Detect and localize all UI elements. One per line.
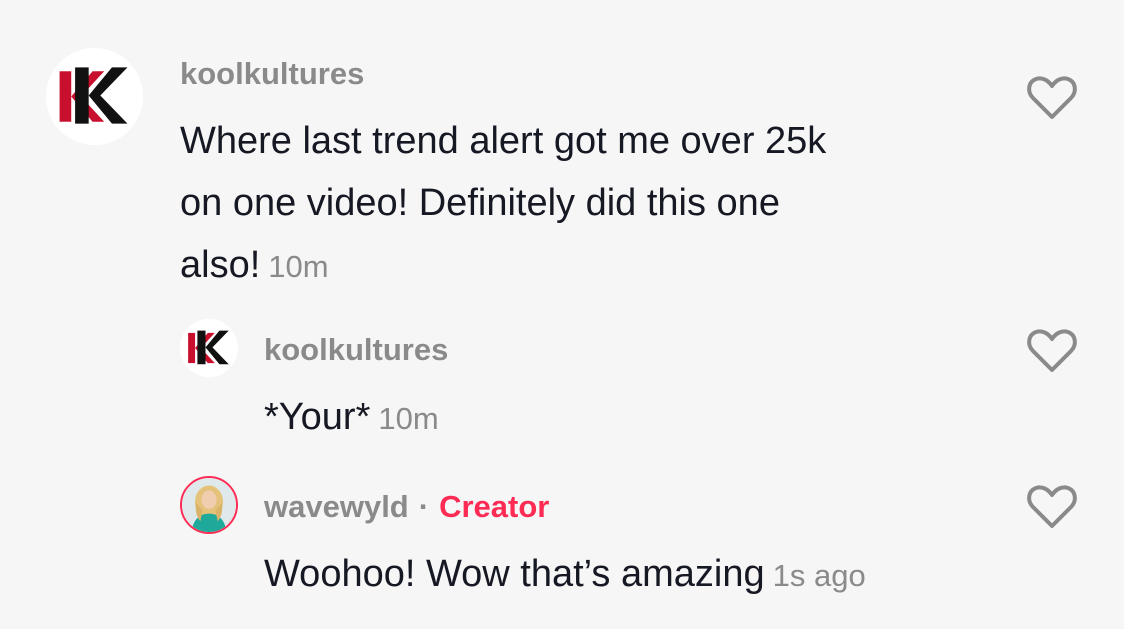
- creator-badge: Creator: [439, 489, 550, 524]
- comment-text-line: also! 10m: [180, 234, 826, 298]
- comment-text-line: on one video! Definitely did this one: [180, 182, 780, 224]
- comment-text-content: Woohoo! Wow that’s amazing: [264, 553, 765, 595]
- comment-username[interactable]: koolkultures: [180, 56, 364, 92]
- comment-username-row: wavewyld · Creator: [264, 489, 549, 525]
- comment-username[interactable]: koolkultures: [264, 332, 448, 368]
- comment-timestamp: 10m: [378, 401, 439, 436]
- comment-username[interactable]: wavewyld: [264, 489, 409, 524]
- comment-text: Where last trend alert got me over 25k o…: [180, 110, 826, 298]
- user-avatar[interactable]: [46, 48, 143, 145]
- kk-logo-icon: [46, 48, 143, 145]
- comment-item: koolkultures Where last trend alert got …: [0, 0, 1124, 300]
- like-button[interactable]: [1026, 483, 1078, 531]
- comment-text: *Your* 10m: [264, 386, 439, 450]
- heart-outline-icon: [1027, 329, 1077, 372]
- like-button[interactable]: [1026, 74, 1078, 122]
- heart-outline-icon: [1027, 76, 1077, 119]
- reply-item: koolkultures *Your* 10m: [0, 300, 1124, 460]
- comment-text: Woohoo! Wow that’s amazing 1s ago: [264, 543, 866, 607]
- kk-logo-icon: [180, 319, 238, 377]
- comment-text-content: *Your*: [264, 396, 371, 438]
- profile-photo: [182, 478, 236, 532]
- like-button[interactable]: [1026, 327, 1078, 375]
- comment-timestamp: 1s ago: [772, 558, 866, 593]
- comment-timestamp: 10m: [268, 249, 329, 284]
- comment-text-line: Where last trend alert got me over 25k: [180, 120, 827, 162]
- comment-text-end: also!: [180, 244, 261, 286]
- heart-outline-icon: [1027, 485, 1077, 528]
- user-avatar[interactable]: [180, 319, 238, 377]
- reply-item: wavewyld · Creator Woohoo! Wow that’s amaz…: [0, 460, 1124, 629]
- separator-dot: ·: [418, 489, 430, 524]
- user-avatar[interactable]: [180, 476, 238, 534]
